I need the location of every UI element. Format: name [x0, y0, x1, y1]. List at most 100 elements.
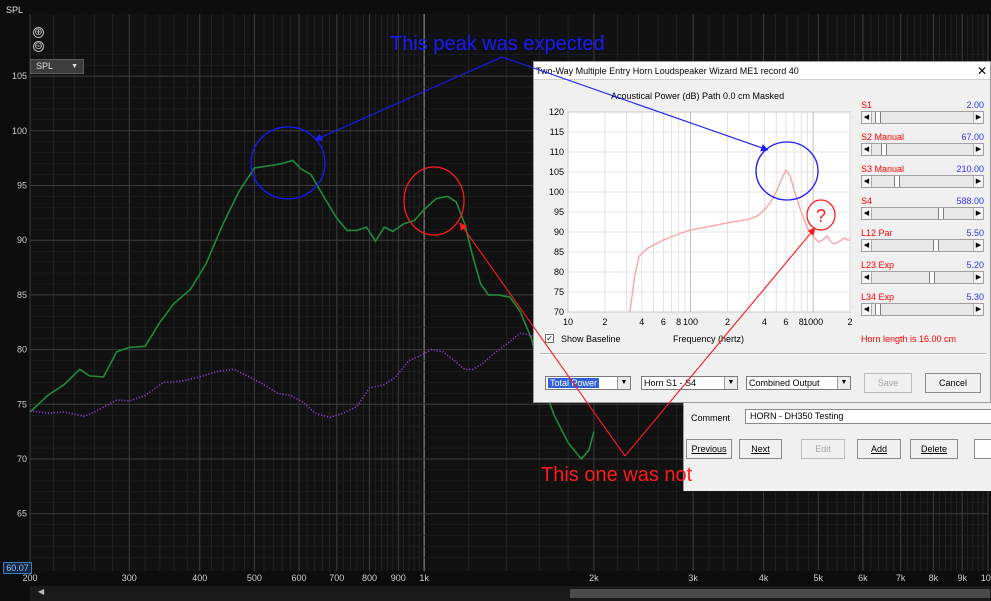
- dialog-titlebar[interactable]: Two-Way Multiple Entry Horn Loudspeaker …: [534, 62, 990, 80]
- chevron-down-icon: ▼: [724, 377, 737, 389]
- slider-thumb[interactable]: [874, 304, 881, 315]
- total-power-select-value: Total Power: [548, 378, 600, 388]
- scrollbar-thumb[interactable]: [570, 589, 990, 598]
- horn-length-label: Horn length is 16.00 cm: [861, 334, 957, 344]
- slider-thumb[interactable]: [894, 176, 901, 187]
- slider-label: L23 Exp: [861, 260, 895, 270]
- next-button[interactable]: Next: [739, 439, 782, 459]
- parameter-slider[interactable]: ◀ ▶: [861, 303, 984, 316]
- dialog-plot-title: Acoustical Power (dB) Path 0.0 cm Masked: [611, 91, 785, 101]
- x-tick-label: 3k: [688, 573, 698, 583]
- chevron-right-icon[interactable]: ▶: [973, 112, 983, 123]
- slider-thumb[interactable]: [938, 208, 945, 219]
- y-tick-label: 75: [17, 399, 27, 409]
- x-tick-label: 200: [22, 573, 37, 583]
- chevron-left-icon[interactable]: ◀: [862, 176, 872, 187]
- comment-field[interactable]: HORN - DH350 Testing: [745, 409, 991, 424]
- dialog-x-tick-label: 2: [602, 317, 607, 327]
- y-tick-label: 85: [17, 290, 27, 300]
- close-icon[interactable]: ✕: [977, 62, 987, 80]
- x-tick-label: 10k: [981, 573, 991, 583]
- previous-button[interactable]: Previous: [686, 439, 732, 459]
- slider-label: L12 Par: [861, 228, 893, 238]
- slider-value: 588.00: [956, 196, 984, 206]
- chevron-left-icon[interactable]: ◀: [862, 112, 872, 123]
- chevron-left-icon[interactable]: ◀: [862, 304, 872, 315]
- record-number-field[interactable]: [974, 439, 991, 459]
- dialog-x-tick-label: 4: [762, 317, 767, 327]
- dialog-y-tick-label: 80: [554, 267, 564, 277]
- dialog-y-tick-label: 95: [554, 207, 564, 217]
- parameter-slider[interactable]: ◀ ▶: [861, 239, 984, 252]
- cursor-value-readout: 60.07: [3, 562, 32, 574]
- dialog-y-tick-label: 110: [550, 147, 564, 157]
- show-baseline-checkbox[interactable]: ✓: [545, 334, 554, 343]
- slider-label: S1: [861, 100, 873, 110]
- cancel-button[interactable]: Cancel: [925, 373, 981, 393]
- comment-field-value: HORN - DH350 Testing: [750, 411, 844, 421]
- save-button[interactable]: Save: [864, 373, 912, 393]
- x-tick-label: 700: [329, 573, 344, 583]
- y-tick-label: 70: [17, 454, 27, 464]
- parameter-slider[interactable]: ◀ ▶: [861, 111, 984, 124]
- zoom-out-icon[interactable]: ⊖: [33, 41, 44, 52]
- app-root: 105 100 95 90 85 80 75 70 65 200 300 400 500 600 700 80…: [0, 0, 991, 601]
- chevron-right-icon[interactable]: ▶: [973, 176, 983, 187]
- dialog-x-tick-label: 1000: [803, 317, 823, 327]
- y-tick-label: 100: [12, 126, 27, 136]
- chevron-left-icon[interactable]: ◀: [862, 272, 872, 283]
- scroll-left-icon[interactable]: ◀: [38, 587, 44, 596]
- parameter-slider[interactable]: ◀ ▶: [861, 207, 984, 220]
- dialog-y-tick-label: 90: [554, 227, 564, 237]
- y-tick-label: 80: [17, 345, 27, 355]
- graph-title: SPL: [6, 5, 24, 15]
- frequency-axis-label: Frequency (hertz): [673, 334, 745, 344]
- x-tick-label: 2k: [589, 573, 599, 583]
- slider-value: 2.00: [966, 100, 984, 110]
- horn-section-select[interactable]: Horn S1 - S4 ▼: [641, 376, 738, 390]
- chevron-left-icon[interactable]: ◀: [862, 144, 872, 155]
- output-select[interactable]: Combined Output ▼: [746, 376, 851, 390]
- dialog-y-tick-label: 70: [554, 307, 564, 317]
- dialog-y-tick-label: 85: [554, 247, 564, 257]
- zoom-in-icon[interactable]: ⊕: [33, 27, 44, 38]
- y-tick-label: 90: [17, 235, 27, 245]
- chevron-right-icon[interactable]: ▶: [973, 272, 983, 283]
- slider-label: S3 Manual: [861, 164, 905, 174]
- x-tick-label: 400: [192, 573, 207, 583]
- parameter-slider[interactable]: ◀ ▶: [861, 271, 984, 284]
- chevron-right-icon[interactable]: ▶: [973, 144, 983, 155]
- slider-value: 67.00: [961, 132, 984, 142]
- chevron-down-icon: ▼: [837, 377, 850, 389]
- total-power-select[interactable]: Total Power ▼: [545, 376, 631, 390]
- chevron-left-icon[interactable]: ◀: [862, 208, 872, 219]
- horizontal-scrollbar[interactable]: [30, 586, 991, 601]
- slider-thumb[interactable]: [932, 240, 939, 251]
- slider-thumb[interactable]: [874, 112, 881, 123]
- dialog-x-tick-label: 10: [563, 317, 573, 327]
- chevron-right-icon[interactable]: ▶: [973, 304, 983, 315]
- delete-button[interactable]: Delete: [910, 439, 958, 459]
- edit-button[interactable]: Edit: [801, 439, 845, 459]
- chevron-left-icon[interactable]: ◀: [862, 240, 872, 251]
- dialog-x-tick-label: 2: [725, 317, 730, 327]
- dialog-x-tick-label: 8: [676, 317, 681, 327]
- add-button[interactable]: Add: [857, 439, 901, 459]
- x-tick-label: 5k: [814, 573, 824, 583]
- slider-thumb[interactable]: [928, 272, 935, 283]
- dialog-x-tick-label: 6: [783, 317, 788, 327]
- chevron-down-icon: ▼: [617, 377, 630, 389]
- slider-value: 210.00: [956, 164, 984, 174]
- comment-label: Comment: [691, 413, 731, 423]
- measurement-dropdown[interactable]: SPL ▼: [30, 59, 84, 74]
- slider-thumb[interactable]: [880, 144, 887, 155]
- slider-label: L34 Exp: [861, 292, 895, 302]
- x-tick-label: 500: [247, 573, 262, 583]
- dialog-y-tick-label: 75: [554, 287, 564, 297]
- parameter-slider[interactable]: ◀ ▶: [861, 143, 984, 156]
- chevron-right-icon[interactable]: ▶: [973, 240, 983, 251]
- parameter-slider[interactable]: ◀ ▶: [861, 175, 984, 188]
- slider-label: S4: [861, 196, 873, 206]
- chevron-right-icon[interactable]: ▶: [973, 208, 983, 219]
- dialog-x-tick-label: 6: [661, 317, 666, 327]
